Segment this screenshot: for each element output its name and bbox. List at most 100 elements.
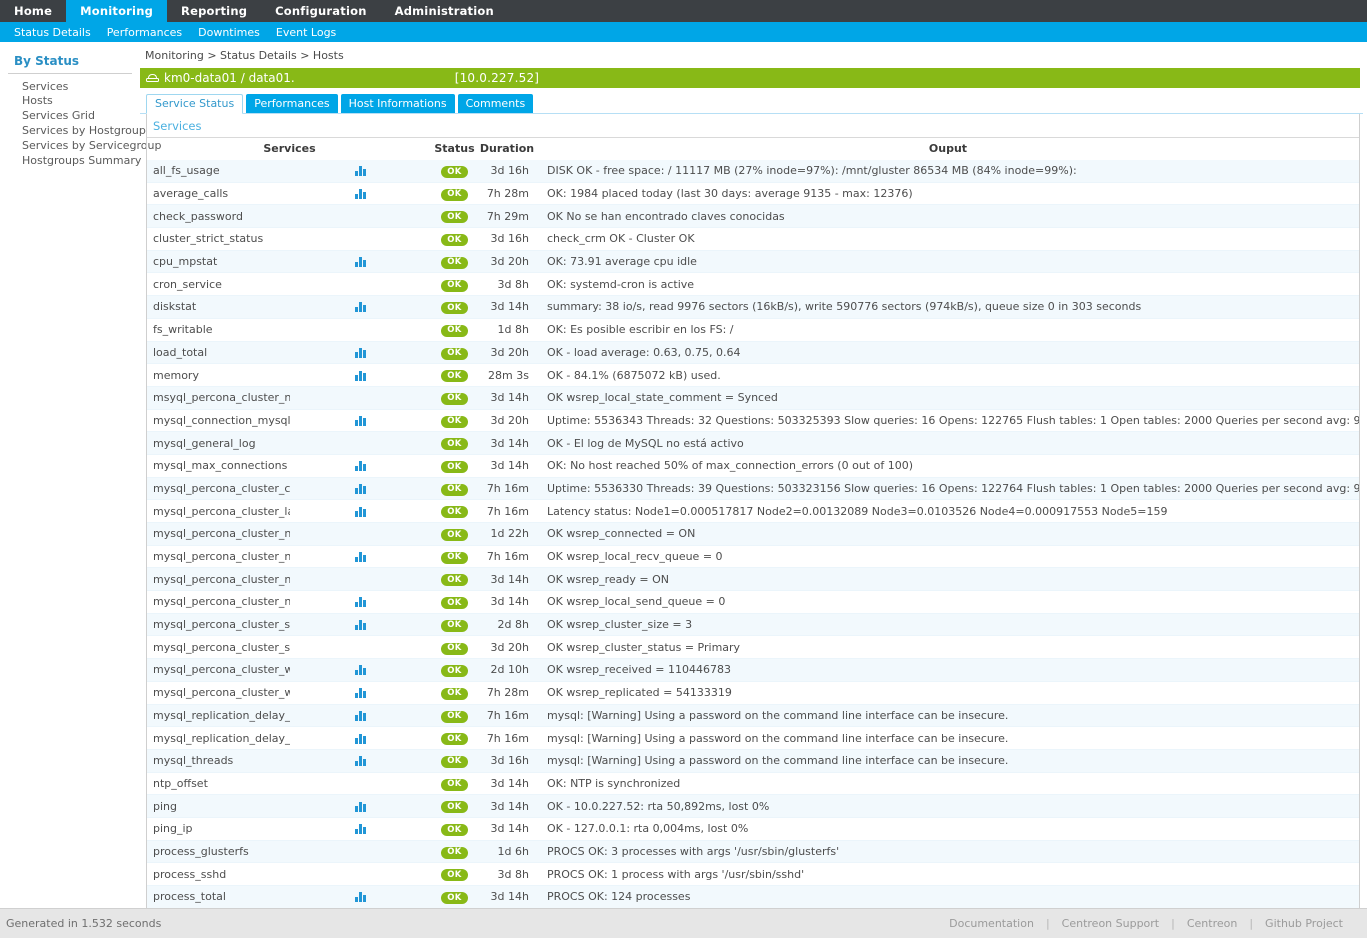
bar-chart-icon[interactable]: [355, 347, 367, 358]
subnav-item-downtimes[interactable]: Downtimes: [190, 26, 268, 39]
service-name[interactable]: check_password: [147, 204, 290, 229]
tab-service-status[interactable]: Service Status: [146, 94, 244, 114]
service-name[interactable]: ping_ip: [147, 817, 290, 841]
output-cell: PROCS OK: 1 process with args '/usr/sbin…: [537, 862, 1359, 886]
status-badge: OK: [441, 778, 468, 791]
service-name[interactable]: cron_service: [147, 272, 290, 297]
service-name[interactable]: fs_writable: [147, 318, 290, 342]
footer-link-documentation[interactable]: Documentation: [937, 917, 1046, 930]
subnav-item-event-logs[interactable]: Event Logs: [268, 26, 344, 39]
service-name[interactable]: cpu_mpstat: [147, 250, 290, 274]
service-name[interactable]: mysql_percona_cluster_wsrep_replicated: [147, 681, 290, 705]
service-name[interactable]: mysql_percona_cluster_node_received_queu…: [147, 545, 290, 569]
sidebar-item-services-by-hostgroup[interactable]: Services by Hostgroup: [22, 123, 146, 138]
service-name[interactable]: ntp_offset: [147, 772, 290, 796]
service-name[interactable]: mysql_percona_cluster_connection_replica…: [147, 477, 290, 501]
status-badge: OK: [441, 801, 468, 814]
table-row: diskstat OK 3d 14h summary: 38 io/s, read 9…: [147, 295, 1359, 319]
sidebar-item-hosts[interactable]: Hosts: [22, 94, 140, 109]
bar-chart-icon[interactable]: [355, 620, 367, 631]
bar-chart-icon[interactable]: [355, 892, 367, 903]
bar-chart-icon[interactable]: [355, 506, 367, 517]
bar-chart-icon[interactable]: [355, 597, 367, 608]
bar-chart-icon[interactable]: [355, 370, 367, 381]
service-name[interactable]: process_sshd: [147, 862, 290, 886]
duration-cell: 7h 16m: [477, 704, 537, 728]
footer-link-centreon[interactable]: Centreon: [1175, 917, 1249, 930]
service-name[interactable]: ping: [147, 794, 290, 818]
sidebar-item-services-grid[interactable]: Services Grid: [22, 109, 140, 124]
table-row: ping_ip OK 3d 14h OK - 127.0.0.1: rta 0,004…: [147, 817, 1359, 841]
sidebar-item-services-by-servicegroup[interactable]: Services by Servicegroup: [22, 138, 161, 153]
nav-item-configuration[interactable]: Configuration: [261, 0, 380, 22]
service-name[interactable]: mysql_threads: [147, 749, 290, 773]
bar-chart-icon[interactable]: [355, 665, 367, 676]
bar-chart-icon[interactable]: [355, 257, 367, 268]
table-row: cpu_mpstat OK 3d 20h OK: 73.91 average cpu …: [147, 250, 1359, 274]
status-cell: OK: [432, 409, 477, 433]
output-cell: OK wsrep_replicated = 54133319: [537, 681, 1359, 705]
duration-cell: 3d 14h: [477, 772, 537, 796]
table-row: mysql_replication_delay_slave OK 7h 16mmys…: [147, 726, 1359, 750]
bar-chart-icon[interactable]: [355, 302, 367, 313]
bar-chart-icon[interactable]: [355, 756, 367, 767]
tab-host-informations[interactable]: Host Informations: [340, 94, 455, 113]
output-cell: mysql: [Warning] Using a password on the…: [537, 704, 1359, 728]
subnav-item-status-details[interactable]: Status Details: [6, 26, 99, 39]
service-name[interactable]: mysql_percona_cluster_node_redy: [147, 567, 290, 592]
nav-item-home[interactable]: Home: [0, 0, 66, 22]
service-name[interactable]: process_total: [147, 885, 290, 909]
service-name[interactable]: cluster_strict_status: [147, 227, 290, 251]
bar-chart-icon[interactable]: [355, 189, 367, 200]
status-badge: OK: [441, 279, 468, 292]
service-name[interactable]: mysql_percona_cluster_node_send_queue_le…: [147, 590, 290, 614]
service-name[interactable]: all_fs_usage: [147, 160, 290, 183]
tab-performances[interactable]: Performances: [246, 94, 338, 113]
bar-chart-icon[interactable]: [355, 688, 367, 699]
status-badge: OK: [441, 529, 468, 542]
bar-chart-icon[interactable]: [355, 415, 367, 426]
sidebar-item-hostgroups-summary[interactable]: Hostgroups Summary: [22, 153, 141, 168]
service-name[interactable]: mysql_replication_delay_slave: [147, 726, 290, 750]
bar-chart-icon[interactable]: [355, 166, 367, 177]
table-row: mysql_threads OK 3d 16h mysql: [Warning] Us…: [147, 749, 1359, 773]
service-name[interactable]: mysql_general_log: [147, 431, 290, 455]
bar-chart-icon[interactable]: [355, 801, 367, 812]
service-name[interactable]: mysql_connection_mysql: [147, 409, 290, 433]
graph-cell: [289, 318, 432, 342]
service-name[interactable]: mysql_percona_cluster_status: [147, 635, 290, 660]
nav-item-administration[interactable]: Administration: [381, 0, 508, 22]
service-name[interactable]: mysql_percona_cluster_wsrep_received: [147, 658, 290, 682]
service-name[interactable]: mysql_percona_cluster_size: [147, 613, 290, 637]
service-name[interactable]: mysql_replication_delay_remote_slave: [147, 704, 290, 728]
service-name[interactable]: mysql_percona_cluster_node_connected: [147, 522, 290, 546]
sidebar-item-services[interactable]: Services: [22, 79, 140, 94]
status-cell: OK: [432, 295, 477, 319]
service-name[interactable]: memory: [147, 363, 290, 387]
duration-cell: 3d 20h: [477, 341, 537, 365]
service-name[interactable]: average_calls: [147, 182, 290, 206]
footer-link-github-project[interactable]: Github Project: [1253, 917, 1355, 930]
bar-chart-icon[interactable]: [355, 461, 367, 472]
bar-chart-icon[interactable]: [355, 733, 367, 744]
service-name[interactable]: mysql_percona_cluster_latency: [147, 499, 290, 523]
bar-chart-icon[interactable]: [355, 824, 367, 835]
service-name[interactable]: process_glusterfs: [147, 840, 290, 864]
footer-link-centreon-support[interactable]: Centreon Support: [1050, 917, 1171, 930]
status-badge: OK: [441, 392, 468, 405]
output-cell: OK: systemd-cron is active: [537, 272, 1359, 297]
service-name[interactable]: mysql_max_connections: [147, 454, 290, 478]
bar-chart-icon[interactable]: [355, 552, 367, 563]
service-name[interactable]: msyql_percona_cluster_node_state: [147, 386, 290, 410]
nav-item-reporting[interactable]: Reporting: [167, 0, 261, 22]
graph-cell: [289, 499, 432, 523]
service-name[interactable]: diskstat: [147, 295, 290, 319]
nav-item-monitoring[interactable]: Monitoring: [66, 0, 168, 22]
bar-chart-icon[interactable]: [355, 483, 367, 494]
bar-chart-icon[interactable]: [355, 710, 367, 721]
service-name[interactable]: load_total: [147, 341, 290, 365]
tab-comments[interactable]: Comments: [457, 94, 534, 113]
output-cell: OK No se han encontrado claves conocidas: [537, 204, 1359, 229]
subnav-item-performances[interactable]: Performances: [99, 26, 190, 39]
status-cell: OK: [432, 386, 477, 410]
